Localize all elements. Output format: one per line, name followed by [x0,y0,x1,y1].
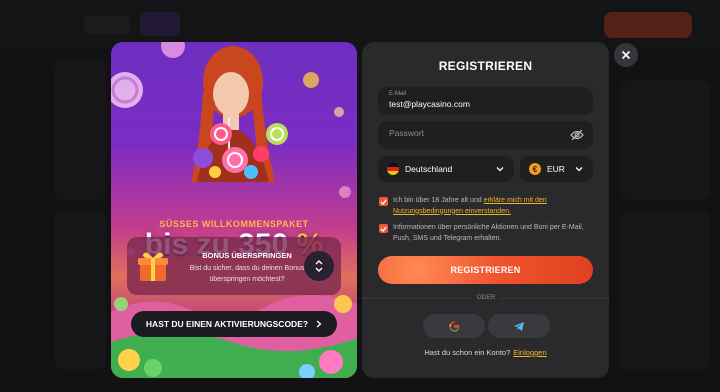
password-input[interactable] [389,128,559,138]
marketing-checkbox[interactable] [379,224,388,233]
telegram-login-button[interactable] [488,314,550,338]
country-value: Deutschland [405,164,453,174]
email-field[interactable]: E-Mail [378,87,593,115]
google-icon [448,320,460,332]
activation-code-label: HAST DU EINEN AKTIVIERUNGSCODE? [145,319,309,329]
login-link[interactable]: Einloggen [513,348,546,357]
terms-text: Ich bin über 18 Jahre alt und erkläre mi… [393,196,593,217]
chevron-down-icon [575,167,583,172]
telegram-icon [514,321,524,331]
germany-flag-icon [387,163,399,175]
close-button[interactable] [614,43,638,67]
bonus-toggle-button[interactable] [304,251,334,281]
chevron-down-icon [496,167,504,172]
bonus-text: Bist du sicher, dass du deinen Bonus übe… [189,265,305,283]
email-input[interactable] [389,99,579,109]
skip-bonus-box: BONUS ÜBERSPRINGEN Bist du sicher, dass … [127,237,341,295]
close-icon [621,50,631,60]
bonus-title: BONUS ÜBERSPRINGEN [202,251,292,260]
panel-title: REGISTRIEREN [438,59,533,73]
terms-row: Ich bin über 18 Jahre alt und erkläre mi… [379,196,593,218]
chevron-right-icon [316,320,322,328]
modal-overlay[interactable] [0,0,720,392]
google-login-button[interactable] [423,314,485,338]
country-select[interactable]: Deutschland [378,156,514,182]
activation-code-button[interactable]: HAST DU EINEN AKTIVIERUNGSCODE? [131,311,337,337]
check-icon [380,226,387,232]
login-prompt: Hast du schon ein Konto? Einloggen [362,348,609,357]
divider-label: ODER [472,294,500,301]
register-button-label: REGISTRIEREN [450,265,521,275]
email-label: E-Mail [389,91,407,97]
marketing-row: Informationen über persönliche Aktionen … [379,223,593,245]
password-field[interactable] [378,121,593,149]
eye-off-icon[interactable] [570,129,584,141]
chevron-up-down-icon [315,260,323,272]
currency-select[interactable]: € EUR [520,156,593,182]
marketing-text: Informationen über persönliche Aktionen … [393,224,584,242]
check-icon [380,199,387,205]
register-button[interactable]: REGISTRIEREN [378,256,593,284]
login-prompt-text: Hast du schon ein Konto? [424,348,511,357]
currency-value: EUR [547,164,565,174]
terms-prefix: Ich bin über 18 Jahre alt und [393,197,484,204]
gift-icon [138,252,168,281]
euro-icon: € [529,163,541,175]
terms-checkbox[interactable] [379,197,388,206]
